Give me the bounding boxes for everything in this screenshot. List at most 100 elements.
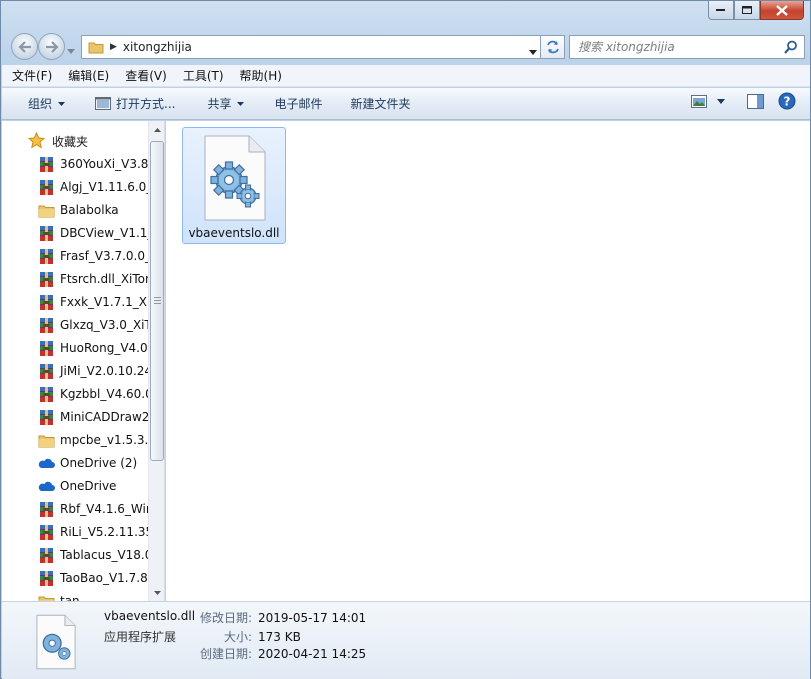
organize-button[interactable]: 组织 (20, 92, 73, 116)
winrar-archive-icon (38, 547, 55, 564)
details-modified-row: 修改日期: 2019-05-17 14:01 (198, 609, 366, 626)
open-with-icon (95, 97, 112, 110)
minimize-button[interactable] (708, 1, 734, 20)
sidebar-item[interactable]: Ftsrch.dll_XiTon (2, 268, 148, 291)
sidebar-item[interactable]: mpcbe_v1.5.3.4 (2, 429, 148, 452)
navigation-pane: 收藏夹 360YouXi_V3.8. Algj_V1.11.6.0_X Balabo… (2, 121, 165, 601)
command-bar: 组织 打开方式... 共享 电子邮件 新建文件夹 ? (2, 88, 810, 120)
view-thumbnail-icon (691, 94, 707, 108)
recent-pages-dropdown[interactable] (67, 43, 75, 57)
menu-view[interactable]: 查看(V) (125, 67, 167, 84)
sidebar-item[interactable]: Rbf_V4.1.6_Win (2, 498, 148, 521)
share-button[interactable]: 共享 (199, 92, 252, 116)
address-bar[interactable]: ▶ xitongzhijia (81, 35, 541, 59)
sidebar-item[interactable]: HuoRong_V4.0. (2, 337, 148, 360)
sidebar-item-label: Glxzq_V3.0_XiTo (60, 318, 148, 332)
sidebar-item-label: Kgzbbl_V4.60.0 (60, 387, 148, 401)
breadcrumb-current[interactable]: xitongzhijia (123, 40, 192, 54)
email-button[interactable]: 电子邮件 (266, 92, 330, 116)
sidebar-item-label: Ftsrch.dll_XiTon (60, 272, 148, 286)
favorites-header[interactable]: 收藏夹 (2, 129, 148, 153)
sidebar-item[interactable]: tan (2, 590, 148, 601)
details-file-name: vbaeventslo.dll (104, 609, 196, 623)
menu-tools[interactable]: 工具(T) (183, 67, 224, 84)
file-item[interactable]: vbaeventslo.dll (182, 127, 286, 244)
sidebar-item[interactable]: MiniCADDraw2 (2, 406, 148, 429)
view-options-dropdown[interactable] (717, 98, 725, 104)
sidebar-item-label: 360YouXi_V3.8. (60, 157, 148, 171)
scroll-up-button[interactable] (149, 121, 164, 138)
sidebar-item[interactable]: OneDrive (2) (2, 452, 148, 475)
winrar-archive-icon (38, 340, 55, 357)
new-folder-button[interactable]: 新建文件夹 (343, 92, 419, 116)
change-view-button[interactable] (691, 94, 707, 108)
svg-text:?: ? (784, 95, 791, 109)
sidebar-item[interactable]: Tablacus_V18.0 (2, 544, 148, 567)
sidebar-item[interactable]: OneDrive (2, 475, 148, 498)
sidebar-item[interactable]: 360YouXi_V3.8. (2, 153, 148, 176)
menu-file[interactable]: 文件(F) (12, 67, 52, 84)
details-file-type: 应用程序扩展 (104, 630, 177, 644)
sidebar-item[interactable]: Balabolka (2, 199, 148, 222)
window-controls (708, 1, 804, 20)
menu-edit[interactable]: 编辑(E) (68, 67, 109, 84)
sidebar-item[interactable]: JiMi_V2.0.10.24 (2, 360, 148, 383)
chevron-down-icon (67, 49, 75, 54)
winrar-archive-icon (38, 294, 55, 311)
back-button[interactable] (11, 33, 38, 60)
search-input[interactable] (578, 40, 778, 54)
sidebar-item[interactable]: Algj_V1.11.6.0_X (2, 176, 148, 199)
preview-pane-button[interactable] (747, 93, 764, 109)
details-size-row: 大小: 173 KB (198, 628, 301, 645)
help-button[interactable]: ? (778, 92, 796, 110)
sidebar-item-label: tan (60, 594, 80, 601)
maximize-button[interactable] (734, 1, 760, 20)
sidebar-item-label: Tablacus_V18.0 (60, 548, 148, 562)
scroll-thumb[interactable] (150, 141, 164, 461)
chevron-up-icon (153, 127, 161, 132)
sidebar-item[interactable]: TaoBao_V1.7.8. (2, 567, 148, 590)
address-history-dropdown[interactable] (529, 44, 537, 58)
sidebar-item-label: TaoBao_V1.7.8. (60, 571, 148, 585)
winrar-archive-icon (38, 225, 55, 242)
winrar-archive-icon (38, 570, 55, 587)
winrar-archive-icon (38, 248, 55, 265)
scroll-down-button[interactable] (149, 584, 164, 601)
winrar-archive-icon (38, 524, 55, 541)
search-box[interactable] (569, 35, 805, 59)
refresh-button[interactable] (541, 35, 565, 59)
winrar-archive-icon (38, 386, 55, 403)
sidebar-item[interactable]: Kgzbbl_V4.60.0 (2, 383, 148, 406)
sidebar-item-label: mpcbe_v1.5.3.4 (60, 433, 148, 447)
sidebar-item[interactable]: Frasf_V3.7.0.0_X (2, 245, 148, 268)
file-list-view[interactable]: vbaeventslo.dll (166, 121, 810, 601)
sidebar-item-label: OneDrive (60, 479, 117, 493)
close-icon (776, 4, 788, 16)
folder-icon (38, 432, 55, 449)
close-button[interactable] (760, 1, 804, 20)
nav-scrollbar[interactable] (148, 121, 164, 601)
menu-bar: 文件(F) 编辑(E) 查看(V) 工具(T) 帮助(H) (2, 65, 810, 87)
winrar-archive-icon (38, 317, 55, 334)
sidebar-item[interactable]: Fxxk_V1.7.1_XiT (2, 291, 148, 314)
sidebar-item[interactable]: RiLi_V5.2.11.354 (2, 521, 148, 544)
breadcrumb-arrow-icon[interactable]: ▶ (110, 42, 117, 52)
back-arrow-icon (17, 40, 31, 53)
help-icon: ? (778, 92, 796, 110)
sidebar-item[interactable]: DBCView_V1.1_ (2, 222, 148, 245)
view-controls: ? (681, 92, 796, 110)
sidebar-item[interactable]: Glxzq_V3.0_XiTo (2, 314, 148, 337)
minimize-icon (716, 9, 725, 11)
winrar-archive-icon (38, 409, 55, 426)
created-value: 2020-04-21 14:25 (258, 647, 367, 661)
star-icon (28, 132, 45, 149)
search-icon[interactable] (784, 40, 798, 54)
favorites-label: 收藏夹 (52, 134, 89, 149)
created-label: 创建日期: (199, 647, 252, 661)
forward-button[interactable] (38, 33, 65, 60)
menu-help[interactable]: 帮助(H) (240, 67, 282, 84)
sidebar-item-label: RiLi_V5.2.11.354 (60, 525, 148, 539)
open-with-button[interactable]: 打开方式... (87, 92, 183, 116)
size-label: 大小: (223, 630, 252, 644)
chevron-down-icon (58, 101, 66, 106)
